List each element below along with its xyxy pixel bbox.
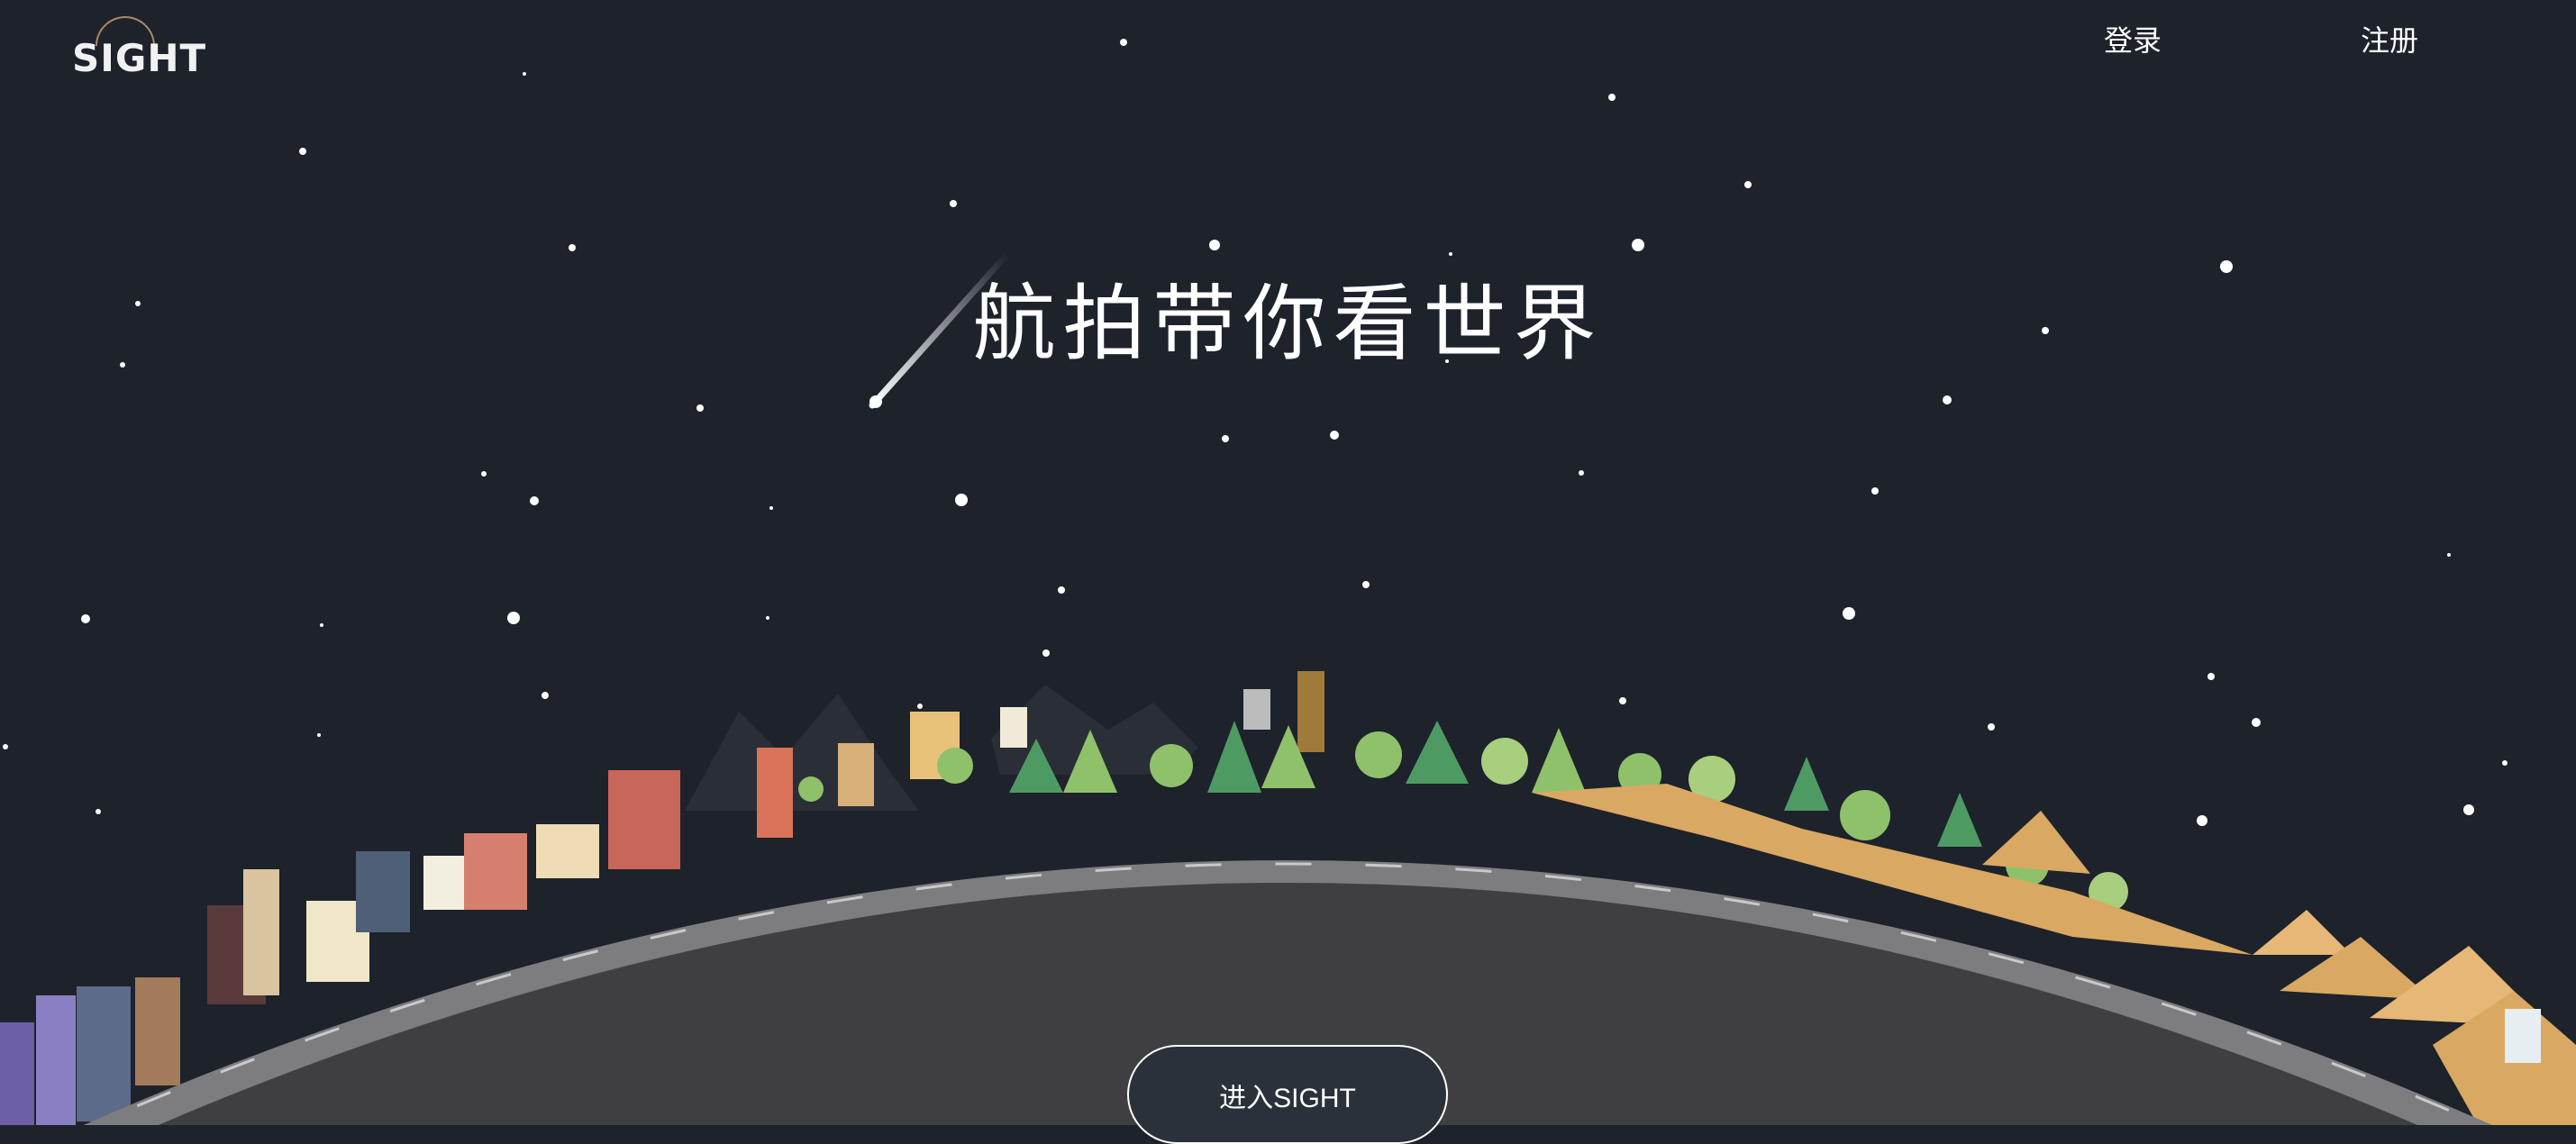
sight-logo[interactable]: SIGHT (72, 4, 205, 88)
enter-sight-label: 进入SIGHT (1219, 1084, 1356, 1113)
hero-title: 航拍带你看世界 (972, 276, 1604, 372)
planet-scene (0, 671, 2576, 1125)
enter-sight-button[interactable]: 进入SIGHT (1127, 1045, 1448, 1144)
login-link[interactable]: 登录 (2104, 18, 2162, 59)
register-link[interactable]: 注册 (2361, 18, 2418, 59)
logo-text: SIGHT (72, 36, 207, 80)
